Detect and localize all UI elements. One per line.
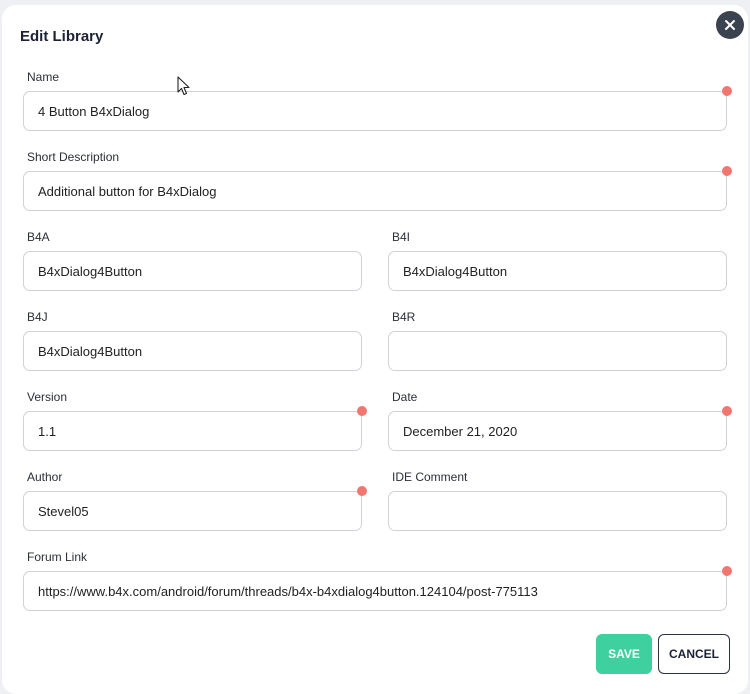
version-label: Version: [27, 390, 68, 404]
b4r-input[interactable]: [388, 331, 727, 371]
author-required-indicator: [357, 486, 367, 496]
short-description-required-indicator: [722, 166, 732, 176]
b4i-input[interactable]: [388, 251, 727, 291]
forum-link-input[interactable]: [23, 571, 727, 611]
ide-comment-label: IDE Comment: [392, 470, 468, 484]
name-input[interactable]: [23, 91, 727, 131]
cancel-button[interactable]: CANCEL: [658, 634, 730, 674]
name-label: Name: [27, 70, 60, 84]
author-input[interactable]: [23, 491, 362, 531]
b4j-label: B4J: [27, 310, 48, 324]
version-required-indicator: [357, 406, 367, 416]
dialog-title: Edit Library: [20, 28, 104, 45]
save-button[interactable]: SAVE: [596, 634, 652, 674]
date-required-indicator: [722, 406, 732, 416]
b4a-label: B4A: [27, 230, 50, 244]
date-label: Date: [392, 390, 418, 404]
short-description-label: Short Description: [27, 150, 120, 164]
ide-comment-input[interactable]: [388, 491, 727, 531]
b4a-input[interactable]: [23, 251, 362, 291]
close-icon: [725, 20, 735, 30]
short-description-input[interactable]: [23, 171, 727, 211]
version-input[interactable]: [23, 411, 362, 451]
forum-link-label: Forum Link: [27, 550, 88, 564]
mouse-pointer-icon: [177, 76, 190, 96]
date-input[interactable]: [388, 411, 727, 451]
forum-link-required-indicator: [722, 566, 732, 576]
b4r-label: B4R: [392, 310, 416, 324]
close-button[interactable]: [716, 11, 744, 39]
author-label: Author: [27, 470, 63, 484]
b4j-input[interactable]: [23, 331, 362, 371]
b4i-label: B4I: [392, 230, 411, 244]
name-required-indicator: [722, 86, 732, 96]
